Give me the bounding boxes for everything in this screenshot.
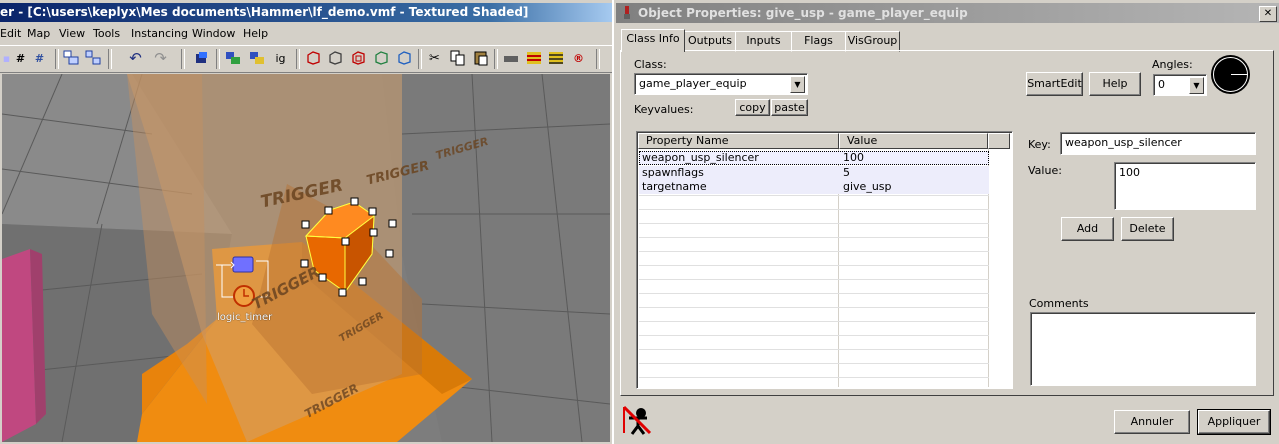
table-row[interactable]: spawnflags 5 (639, 166, 989, 180)
object-properties-window: Object Properties: give_usp - game_playe… (612, 0, 1279, 444)
3d-viewport[interactable]: TRIGGER TRIGGER TRIGGER TRIGGER TRIGGER … (2, 74, 610, 442)
smartedit-button[interactable]: SmartEdit (1026, 72, 1083, 96)
chevron-down-icon[interactable]: ▼ (1189, 77, 1204, 94)
cancel-button[interactable]: Annuler (1114, 410, 1190, 434)
copy-button[interactable]: copy (735, 99, 770, 116)
table-row[interactable]: targetname give_usp (639, 180, 989, 194)
property-name: spawnflags (642, 166, 704, 179)
radius-culling-icon[interactable]: ® (570, 50, 587, 67)
ungroup-icon[interactable] (84, 50, 101, 67)
property-name: targetname (642, 180, 707, 193)
angle-dial[interactable] (1211, 55, 1250, 94)
texture-lock-icon[interactable] (224, 50, 241, 67)
class-value: game_player_equip (639, 77, 747, 90)
toggle-decals-icon[interactable] (547, 50, 564, 67)
menu-view[interactable]: View (59, 27, 85, 40)
key-field[interactable]: weapon_usp_silencer (1060, 132, 1256, 155)
pick-entity-icon[interactable] (621, 404, 653, 436)
ignore-groups-icon[interactable]: ig (272, 50, 289, 67)
carve-icon[interactable] (193, 50, 210, 67)
keyvalues-label: Keyvalues: (634, 103, 694, 116)
property-name: weapon_usp_silencer (642, 151, 759, 164)
angles-label: Angles: (1152, 58, 1193, 71)
key-label: Key: (1028, 138, 1051, 151)
menu-edit[interactable]: Edit (0, 27, 21, 40)
apply-button[interactable]: Appliquer (1197, 409, 1271, 435)
menu-help[interactable]: Help (243, 27, 268, 40)
menu-window[interactable]: Window (192, 27, 235, 40)
group-icon[interactable] (62, 50, 79, 67)
value-label: Value: (1028, 164, 1062, 177)
paste-icon[interactable] (472, 50, 489, 67)
unhide-icon[interactable] (349, 50, 366, 67)
chevron-down-icon[interactable]: ▼ (790, 76, 805, 93)
property-value: give_usp (843, 180, 892, 193)
value-field[interactable]: 100 (1114, 162, 1256, 210)
property-value: 100 (843, 151, 864, 164)
keyvalues-table[interactable]: Property Name Value weapon_usp_silencer … (636, 131, 1013, 389)
close-icon[interactable]: ✕ (1259, 6, 1277, 22)
tab-class-info[interactable]: Class Info (621, 29, 685, 52)
class-combobox[interactable]: game_player_equip ▼ (634, 73, 808, 95)
comments-label: Comments (1029, 297, 1089, 310)
hammer-title-bar[interactable]: er - [C:\users\keplyx\Mes documents\Hamm… (0, 3, 612, 22)
class-label: Class: (634, 58, 667, 71)
menu-instancing[interactable]: Instancing (131, 27, 188, 40)
column-header-property-name[interactable]: Property Name (638, 133, 839, 149)
hammer-toolbar: ▪ # # ↶ ↷ ig ✂ ® (0, 45, 612, 73)
copy-icon[interactable] (449, 50, 466, 67)
tab-visgroup[interactable]: VisGroup (845, 31, 900, 52)
table-row[interactable]: weapon_usp_silencer 100 (639, 151, 989, 165)
toggle-cordon-icon[interactable] (395, 50, 412, 67)
grid-smaller-icon[interactable]: # (12, 50, 29, 67)
properties-title: Object Properties: give_usp - game_playe… (638, 6, 968, 20)
entity-label-logic-timer: logic_timer (217, 312, 273, 323)
column-header-value[interactable]: Value (839, 133, 988, 149)
help-button[interactable]: Help (1089, 72, 1141, 96)
hide-selected-icon[interactable] (304, 50, 321, 67)
paste-button[interactable]: paste (771, 99, 808, 116)
grid-larger-icon[interactable]: # (31, 50, 48, 67)
tab-inputs[interactable]: Inputs (735, 31, 792, 52)
cordon-icon[interactable] (372, 50, 389, 67)
menu-tools[interactable]: Tools (93, 27, 120, 40)
toggle-models-icon[interactable] (502, 50, 519, 67)
properties-title-bar[interactable]: Object Properties: give_usp - game_playe… (616, 3, 1279, 23)
tab-outputs[interactable]: Outputs (684, 31, 736, 52)
hide-unselected-icon[interactable] (326, 50, 343, 67)
comments-field[interactable] (1030, 312, 1256, 386)
redo-icon[interactable]: ↷ (152, 50, 169, 67)
toggle-helpers-icon[interactable] (525, 50, 542, 67)
hammer-window: er - [C:\users\keplyx\Mes documents\Hamm… (0, 0, 612, 444)
undo-icon[interactable]: ↶ (127, 50, 144, 67)
menu-map[interactable]: Map (27, 27, 50, 40)
texture-scale-icon[interactable] (248, 50, 265, 67)
hammer-app-icon (621, 6, 633, 26)
delete-button[interactable]: Delete (1121, 217, 1174, 241)
property-value: 5 (843, 166, 850, 179)
angles-value: 0 (1158, 78, 1165, 91)
cut-icon[interactable]: ✂ (426, 50, 443, 67)
angles-combobox[interactable]: 0 ▼ (1153, 74, 1207, 96)
add-button[interactable]: Add (1061, 217, 1114, 241)
column-header-blank (988, 133, 1010, 149)
hammer-menu-bar: Edit Map View Tools Instancing Window He… (0, 24, 612, 44)
tab-flags[interactable]: Flags (791, 31, 846, 52)
